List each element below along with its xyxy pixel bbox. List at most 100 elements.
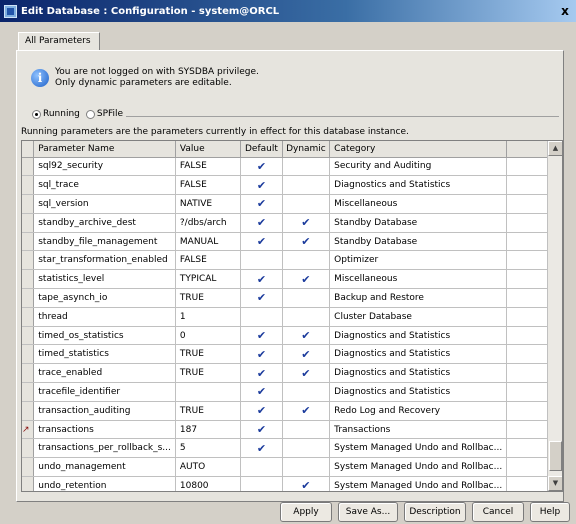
cell-default[interactable]: ✔ [240, 232, 283, 252]
cell-parameter-name: tracefile_identifier [33, 382, 176, 402]
table-row[interactable]: tape_asynch_io TRUE ✔ Backup and Restore [22, 288, 562, 308]
radio-spfile[interactable]: SPFile [85, 109, 123, 119]
table-row[interactable]: undo_retention 10800 ✔ System Managed Undo … [22, 476, 562, 492]
table-row[interactable]: ↗ transactions 187 ✔ Transactions [22, 420, 562, 440]
row-header [22, 307, 35, 327]
cell-value[interactable]: TRUE [175, 288, 242, 308]
cell-default[interactable]: ✔ [240, 269, 283, 290]
cell-value[interactable]: 5 [175, 438, 242, 459]
cell-default[interactable]: ✔ [240, 175, 283, 196]
table-row[interactable]: standby_archive_dest ?/dbs/arch ✔ ✔ Standby … [22, 213, 562, 233]
cell-default[interactable]: ✔ [240, 326, 283, 346]
cell-default[interactable]: ✔ [240, 363, 283, 384]
cell-value[interactable]: TYPICAL [175, 269, 242, 290]
cell-default[interactable]: ✔ [240, 157, 283, 177]
table-row[interactable]: tracefile_identifier ✔ Diagnostics and Sta… [22, 382, 562, 402]
cell-default[interactable] [240, 476, 283, 491]
radio-running-dot[interactable] [32, 109, 41, 119]
scroll-down-icon[interactable]: ▼ [548, 476, 562, 491]
cell-category: Diagnostics and Statistics [329, 344, 508, 365]
cell-default[interactable]: ✔ [240, 382, 283, 402]
cell-value[interactable]: TRUE [175, 363, 242, 384]
cell-parameter-name: standby_file_management [33, 232, 176, 252]
col-dynamic[interactable]: Dynamic [282, 141, 331, 158]
cell-default[interactable] [240, 250, 283, 271]
cell-value[interactable]: 0 [175, 326, 242, 346]
row-header [22, 438, 35, 459]
cell-default[interactable]: ✔ [240, 420, 283, 440]
cell-value[interactable]: 1 [175, 307, 242, 327]
vertical-scrollbar[interactable]: ▲ ▼ [547, 141, 562, 491]
window-title: Edit Database : Configuration - system@O… [21, 5, 280, 17]
cell-dynamic: ✔ [282, 476, 331, 492]
cell-dynamic [282, 175, 331, 196]
row-header [22, 401, 35, 421]
check-icon: ✔ [256, 441, 267, 455]
row-header-corner [22, 141, 35, 158]
table-row[interactable]: transactions_per_rollback_s... 5 ✔ System M… [22, 438, 562, 459]
table-row[interactable]: sql92_security FALSE ✔ Security and Auditin… [22, 157, 562, 177]
table-row[interactable]: statistics_level TYPICAL ✔ ✔ Miscellaneous [22, 269, 562, 290]
cell-value[interactable]: MANUAL [175, 232, 242, 252]
cell-value[interactable]: FALSE [175, 250, 242, 271]
description-button[interactable]: Description [404, 502, 466, 522]
table-row[interactable]: transaction_auditing TRUE ✔ ✔ Redo Log and R… [22, 401, 562, 421]
save-as-button[interactable]: Save As... [338, 502, 398, 522]
check-icon: ✔ [301, 329, 311, 343]
close-icon[interactable]: x [558, 4, 572, 18]
cell-category: Transactions [329, 420, 508, 440]
check-icon: ✔ [256, 347, 267, 361]
table-row[interactable]: timed_os_statistics 0 ✔ ✔ Diagnostics and St… [22, 326, 562, 346]
cancel-button[interactable]: Cancel [472, 502, 524, 522]
cell-dynamic [282, 194, 331, 214]
check-icon: ✔ [256, 272, 267, 286]
cell-default[interactable]: ✔ [240, 288, 283, 308]
row-header [22, 157, 35, 177]
table-row[interactable]: standby_file_management MANUAL ✔ ✔ Standby D… [22, 232, 562, 252]
cell-value[interactable]: FALSE [175, 157, 242, 177]
table-row[interactable]: thread 1 Cluster Database [22, 307, 562, 327]
col-value[interactable]: Value [175, 141, 242, 158]
table-row[interactable]: star_transformation_enabled FALSE Optimize… [22, 250, 562, 271]
col-category[interactable]: Category [329, 141, 508, 158]
table-row[interactable]: sql_trace FALSE ✔ Diagnostics and Statistic… [22, 175, 562, 196]
cell-parameter-name: timed_statistics [33, 344, 176, 365]
cell-default[interactable]: ✔ [240, 213, 283, 233]
help-button[interactable]: Help [530, 502, 570, 522]
cell-default[interactable]: ✔ [240, 344, 283, 365]
cell-dynamic: ✔ [282, 232, 331, 252]
radio-running[interactable]: Running [32, 109, 80, 119]
table-row[interactable]: timed_statistics TRUE ✔ ✔ Diagnostics and St… [22, 344, 562, 365]
check-icon: ✔ [301, 479, 311, 492]
table-row[interactable]: undo_management AUTO System Managed Undo a… [22, 457, 562, 478]
table-row[interactable]: sql_version NATIVE ✔ Miscellaneous [22, 194, 562, 214]
cell-value[interactable]: 187 [175, 420, 242, 440]
cell-default[interactable] [240, 307, 283, 327]
cell-default[interactable] [240, 457, 283, 478]
cell-default[interactable]: ✔ [240, 438, 283, 459]
cell-dynamic: ✔ [282, 269, 331, 290]
cell-value[interactable]: ?/dbs/arch [175, 213, 242, 233]
row-header [22, 213, 35, 233]
cell-default[interactable]: ✔ [240, 401, 283, 421]
check-icon: ✔ [301, 272, 311, 286]
radio-spfile-dot[interactable] [85, 109, 95, 119]
scroll-thumb[interactable] [549, 441, 562, 471]
check-icon: ✔ [256, 291, 267, 305]
tab-all-parameters[interactable]: All Parameters [18, 32, 100, 50]
cell-value[interactable] [175, 382, 242, 402]
col-default[interactable]: Default [240, 141, 283, 158]
apply-button[interactable]: Apply [280, 502, 332, 522]
col-parameter-name[interactable]: Parameter Name [33, 141, 176, 158]
cell-value[interactable]: TRUE [175, 344, 242, 365]
scroll-up-icon[interactable]: ▲ [548, 141, 562, 156]
parameters-table: Parameter Name Value Default Dynamic Cat… [21, 140, 563, 492]
cell-value[interactable]: FALSE [175, 175, 242, 196]
cell-default[interactable]: ✔ [240, 194, 283, 214]
cell-value[interactable]: AUTO [175, 457, 242, 478]
cell-value[interactable]: 10800 [175, 476, 242, 491]
table-row[interactable]: trace_enabled TRUE ✔ ✔ Diagnostics and Stati… [22, 363, 562, 384]
cell-value[interactable]: NATIVE [175, 194, 242, 214]
cell-parameter-name: sql92_security [33, 157, 176, 177]
cell-value[interactable]: TRUE [175, 401, 242, 421]
